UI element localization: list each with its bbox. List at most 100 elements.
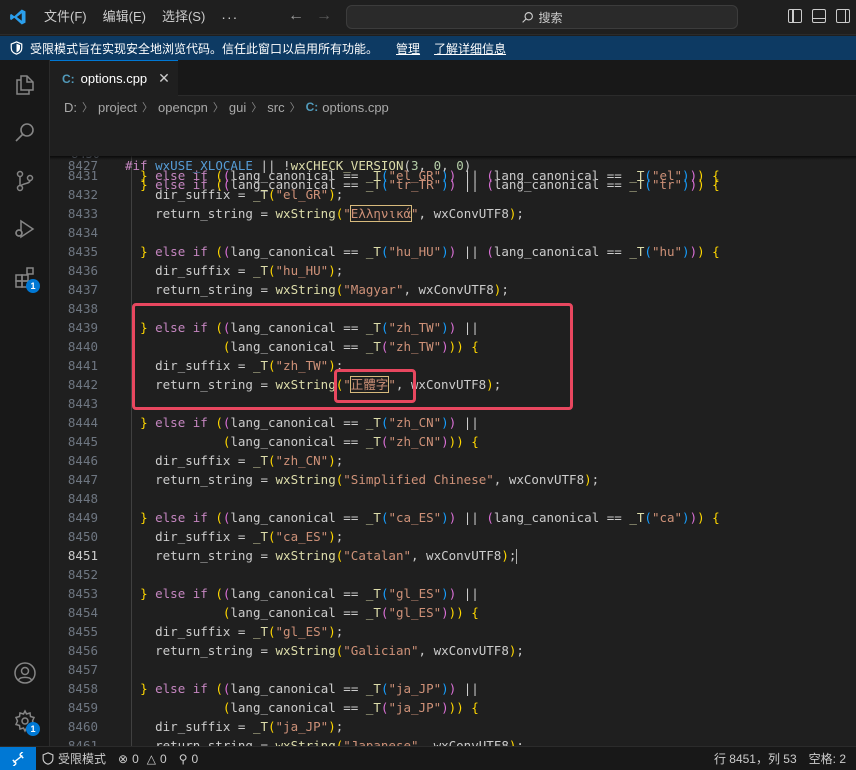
toggle-secondary-sidebar-icon[interactable] xyxy=(836,9,850,23)
menu-more-icon[interactable]: ··· xyxy=(213,5,246,29)
menu-bar: 文件(F) 编辑(E) 选择(S) ··· xyxy=(36,5,246,29)
line-text: dir_suffix = _T("ja_JP"); xyxy=(125,719,344,734)
code-editor[interactable]: 8360 #if wxUSE_XLOCALE || !wxCHECK_VERSI… xyxy=(50,118,856,746)
line-number: 8440 xyxy=(67,339,98,354)
code-line[interactable]: 8437 return_string = wxString("Magyar", … xyxy=(50,280,856,299)
code-line[interactable]: 8439 } else if ((lang_canonical == _T("z… xyxy=(50,318,856,337)
cursor-position-status[interactable]: 行 8451，列 53 xyxy=(708,747,803,770)
line-text: dir_suffix = _T("zh_TW"); xyxy=(125,358,344,373)
cpp-file-icon: C: xyxy=(305,100,319,114)
line-number: 8443 xyxy=(67,396,98,411)
shield-icon xyxy=(42,752,54,765)
code-line[interactable]: 8452 xyxy=(50,565,856,584)
breadcrumb-file[interactable]: options.cpp xyxy=(322,100,389,115)
status-bar: 受限模式 ⊗ 0 △ 0 ⚲ 0 行 8451，列 53 空格: 2 xyxy=(0,746,856,770)
code-line[interactable]: 8450 dir_suffix = _T("ca_ES"); xyxy=(50,527,856,546)
back-arrow-icon[interactable]: ← xyxy=(288,7,304,25)
code-line[interactable]: 8457 xyxy=(50,660,856,679)
tab-options-cpp[interactable]: C: options.cpp ✕ xyxy=(50,60,178,96)
banner-manage-link[interactable]: 管理 xyxy=(396,40,420,57)
chevron-right-icon: 〉 xyxy=(212,102,224,114)
restricted-mode-banner: 受限模式旨在实现安全地浏览代码。信任此窗口以启用所有功能。 管理 了解详细信息 xyxy=(0,36,856,60)
code-line[interactable]: 8455 dir_suffix = _T("gl_ES"); xyxy=(50,622,856,641)
title-bar: 文件(F) 编辑(E) 选择(S) ··· ← → 搜索 xyxy=(0,0,856,35)
run-debug-icon[interactable] xyxy=(0,206,50,252)
code-line[interactable]: 8444 } else if ((lang_canonical == _T("z… xyxy=(50,413,856,432)
source-control-icon[interactable] xyxy=(0,158,50,204)
ports-status[interactable]: ⚲ 0 xyxy=(173,747,204,770)
line-number: 8458 xyxy=(67,681,98,696)
code-line[interactable]: 8446 dir_suffix = _T("zh_CN"); xyxy=(50,451,856,470)
close-icon[interactable]: ✕ xyxy=(158,70,170,87)
code-line[interactable]: 8443 xyxy=(50,394,856,413)
code-line[interactable]: 8435 } else if ((lang_canonical == _T("h… xyxy=(50,242,856,261)
line-number: 8439 xyxy=(67,320,98,335)
line-text: (lang_canonical == _T("zh_CN"))) { xyxy=(222,434,479,449)
line-text: } else if ((lang_canonical == _T("ca_ES"… xyxy=(140,510,720,525)
accounts-icon[interactable] xyxy=(0,650,50,696)
restricted-mode-status[interactable]: 受限模式 xyxy=(36,747,112,770)
code-line[interactable]: 8442 return_string = wxString("正體字", wxC… xyxy=(50,375,856,394)
code-line[interactable]: 8460 dir_suffix = _T("ja_JP"); xyxy=(50,717,856,736)
code-line[interactable]: 8456 return_string = wxString("Galician"… xyxy=(50,641,856,660)
warning-icon: △ xyxy=(146,751,156,766)
code-line[interactable]: 8451 return_string = wxString("Catalan",… xyxy=(50,546,856,565)
breadcrumb-project[interactable]: project xyxy=(98,100,137,115)
line-text: } else if ((lang_canonical == _T("hu_HU"… xyxy=(140,244,720,259)
activity-bar: 1 1 xyxy=(0,60,50,746)
search-icon xyxy=(522,11,534,23)
banner-learn-more-link[interactable]: 了解详细信息 xyxy=(434,40,506,57)
toggle-primary-sidebar-icon[interactable] xyxy=(788,9,802,23)
code-line[interactable]: 8454 (lang_canonical == _T("gl_ES"))) { xyxy=(50,603,856,622)
code-line[interactable]: 8445 (lang_canonical == _T("zh_CN"))) { xyxy=(50,432,856,451)
command-center-search[interactable]: 搜索 xyxy=(346,5,738,29)
sticky-scroll-shadow xyxy=(50,156,856,160)
search-view-icon[interactable] xyxy=(0,110,50,156)
tab-label: options.cpp xyxy=(80,71,148,86)
menu-selection[interactable]: 选择(S) xyxy=(154,5,213,29)
breadcrumb: D: 〉 project 〉 opencpn 〉 gui 〉 src 〉 C: … xyxy=(50,96,856,118)
remote-indicator-icon[interactable] xyxy=(0,747,36,770)
breadcrumb-drive[interactable]: D: xyxy=(64,100,77,115)
line-text: return_string = wxString("Japanese", wxC… xyxy=(125,738,524,746)
code-line[interactable]: 8447 return_string = wxString("Simplifie… xyxy=(50,470,856,489)
line-number: 8434 xyxy=(67,225,98,240)
line-number: 8445 xyxy=(67,434,98,449)
problems-status[interactable]: ⊗ 0 △ 0 xyxy=(112,747,173,770)
line-number: 8452 xyxy=(67,567,98,582)
text-cursor xyxy=(516,549,518,564)
explorer-icon[interactable] xyxy=(0,62,50,108)
menu-edit[interactable]: 编辑(E) xyxy=(95,5,154,29)
line-number: 8441 xyxy=(67,358,98,373)
code-line[interactable]: 8440 (lang_canonical == _T("zh_TW"))) { xyxy=(50,337,856,356)
forward-arrow-icon[interactable]: → xyxy=(316,7,332,25)
line-number: 8456 xyxy=(67,643,98,658)
breadcrumb-opencpn[interactable]: opencpn xyxy=(158,100,208,115)
code-line[interactable]: 8441 dir_suffix = _T("zh_TW"); xyxy=(50,356,856,375)
line-number: 8449 xyxy=(67,510,98,525)
code-line[interactable]: 8434 xyxy=(50,223,856,242)
toggle-panel-icon[interactable] xyxy=(812,9,826,23)
code-line[interactable]: 8448 xyxy=(50,489,856,508)
breadcrumb-src[interactable]: src xyxy=(267,100,284,115)
extensions-icon[interactable]: 1 xyxy=(0,254,50,300)
line-text: return_string = wxString("Simplified Chi… xyxy=(125,472,600,487)
code-line[interactable]: 8438 xyxy=(50,299,856,318)
antenna-icon: ⚲ xyxy=(178,751,188,766)
manage-gear-icon[interactable]: 1 xyxy=(0,698,50,744)
code-line[interactable]: 8458 } else if ((lang_canonical == _T("j… xyxy=(50,679,856,698)
code-line[interactable]: 8436 dir_suffix = _T("hu_HU"); xyxy=(50,261,856,280)
indentation-status[interactable]: 空格: 2 xyxy=(803,747,852,770)
code-line[interactable]: 8459 (lang_canonical == _T("ja_JP"))) { xyxy=(50,698,856,717)
line-text: } else if ((lang_canonical == _T("zh_TW"… xyxy=(140,320,479,335)
menu-file[interactable]: 文件(F) xyxy=(36,5,95,29)
code-line[interactable]: 8453 } else if ((lang_canonical == _T("g… xyxy=(50,584,856,603)
line-number: 8444 xyxy=(67,415,98,430)
code-line[interactable]: 8449 } else if ((lang_canonical == _T("c… xyxy=(50,508,856,527)
breadcrumb-gui[interactable]: gui xyxy=(229,100,246,115)
sticky-line-8427[interactable]: 8427 } else if ((lang_canonical == _T("t… xyxy=(50,137,856,192)
code-line[interactable]: 8433 return_string = wxString("Ελληνικά"… xyxy=(50,204,856,223)
line-text: (lang_canonical == _T("gl_ES"))) { xyxy=(222,605,479,620)
sticky-line-8360[interactable]: 8360 #if wxUSE_XLOCALE || !wxCHECK_VERSI… xyxy=(50,118,856,173)
code-line[interactable]: 8461 return_string = wxString("Japanese"… xyxy=(50,736,856,746)
